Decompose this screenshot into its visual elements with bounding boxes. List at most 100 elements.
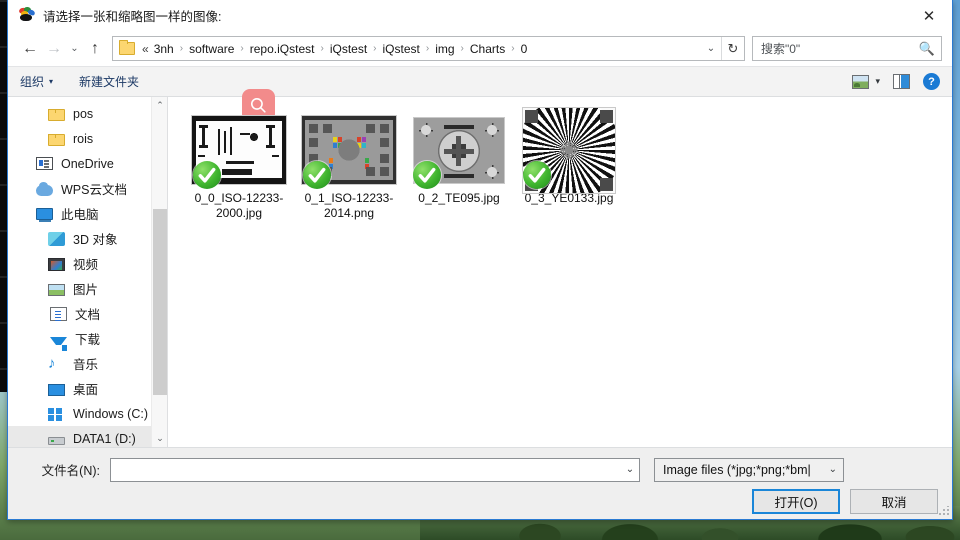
sidebar-item-11[interactable]: 桌面 [8, 376, 167, 401]
search-box[interactable]: 🔍 [752, 36, 942, 61]
breadcrumb-separator: › [179, 43, 184, 54]
scroll-down-icon[interactable]: ⌄ [152, 430, 167, 447]
folder-icon [119, 40, 135, 55]
breadcrumb-item-2[interactable]: repo.iQstest [248, 42, 317, 56]
breadcrumb-separator: › [425, 43, 430, 54]
up-button[interactable]: ↑ [83, 36, 107, 62]
new-folder-label: 新建文件夹 [79, 75, 140, 89]
sidebar-item-label: 3D 对象 [73, 233, 118, 247]
sidebar-item-10[interactable]: ♪ 音乐 [8, 351, 167, 376]
file-name-label: 0_1_ISO-12233-2014.png [304, 191, 394, 220]
close-icon[interactable]: ✕ [906, 0, 952, 31]
pictures-icon [48, 283, 65, 296]
music-icon: ♪ [48, 355, 56, 372]
search-input[interactable] [761, 41, 919, 56]
sidebar-item-5[interactable]: 3D 对象 [8, 226, 167, 251]
video-icon [48, 257, 65, 271]
preview-pane-icon[interactable] [893, 74, 910, 89]
thumbnail[interactable] [521, 107, 617, 193]
file-name-label: 0_2_TE095.jpg [418, 191, 500, 205]
download-icon [50, 336, 67, 351]
sidebar-item-13[interactable]: DATA1 (D:) [8, 426, 167, 447]
search-icon[interactable]: 🔍 [919, 41, 935, 57]
sidebar-item-label: DATA1 (D:) [73, 431, 136, 446]
breadcrumb-separator: › [460, 43, 464, 54]
command-toolbar: 组织 ▾ 新建文件夹 ▾ ? [8, 66, 952, 97]
breadcrumb-item-1[interactable]: software [187, 42, 236, 56]
filename-input[interactable] [110, 457, 640, 482]
breadcrumb-separator: › [373, 43, 377, 54]
sidebar-item-label: WPS云文档 [61, 183, 127, 197]
thumbnail[interactable] [191, 113, 287, 189]
forward-button[interactable]: → [42, 36, 66, 62]
file-name-label: 0_3_YE0133.jpg [524, 191, 614, 205]
refresh-icon[interactable]: ↻ [721, 37, 744, 60]
chevron-down-icon: ⌄ [828, 464, 837, 475]
breadcrumb-item-6[interactable]: Charts [468, 42, 507, 56]
sidebar-item-2[interactable]: OneDrive [8, 151, 167, 176]
breadcrumb-item-3[interactable]: iQstest [328, 42, 369, 56]
resize-grip[interactable] [939, 506, 949, 516]
3d-object-icon [48, 231, 65, 246]
onedrive-icon [36, 157, 53, 170]
sidebar-item-7[interactable]: 图片 [8, 276, 167, 301]
sidebar-scrollbar[interactable]: ⌃ ⌄ [151, 97, 167, 447]
filename-label: 文件名(N): [41, 464, 100, 478]
chevron-down-icon[interactable]: ⌄ [620, 458, 640, 482]
organize-button[interactable]: 组织 ▾ [20, 73, 53, 90]
file-item[interactable]: 0_1_ISO-12233-2014.png [294, 111, 404, 223]
cancel-button[interactable]: 取消 [850, 489, 938, 514]
sidebar-item-9[interactable]: 下载 [8, 326, 167, 351]
navigation-pane-list: pos rois OneDrive WPS云文档 此电脑 3D 对象视频图片文档 下载 ♪ 音乐… [8, 97, 167, 447]
drive-icon [48, 436, 65, 445]
breadcrumb-item-7[interactable]: 0 [519, 42, 530, 56]
file-list-view[interactable]: 0_0_ISO-12233-2000.jpg 0_1_ISO-12233-201… [168, 89, 952, 447]
chevron-down-icon[interactable]: ▾ [875, 76, 880, 87]
breadcrumb-lead[interactable]: « [140, 42, 152, 56]
sidebar-item-4[interactable]: 此电脑 [8, 201, 167, 226]
sidebar-item-label: 此电脑 [61, 208, 99, 222]
file-item[interactable]: 0_2_TE095.jpg [404, 111, 514, 223]
cloud-icon [36, 181, 53, 196]
file-type-filter-select[interactable]: Image files (*jpg;*png;*bm| ⌄ [654, 457, 844, 482]
pc-icon [36, 208, 53, 222]
back-button[interactable]: ← [18, 36, 42, 62]
address-bar[interactable]: « 3nh › software › repo.iQstest › iQstes… [112, 36, 745, 61]
folder-icon [48, 133, 65, 146]
thumbnail[interactable] [301, 113, 397, 189]
file-type-filter-label: Image files (*jpg;*png;*bm| [663, 462, 811, 477]
scroll-up-icon[interactable]: ⌃ [152, 97, 167, 114]
file-name-label: 0_0_ISO-12233-2000.jpg [194, 191, 284, 220]
view-options-icon[interactable] [852, 74, 870, 89]
sidebar-item-12[interactable]: Windows (C:) [8, 401, 167, 426]
breadcrumb-separator: › [240, 43, 244, 54]
palette-icon [18, 6, 36, 23]
file-item[interactable]: 0_3_YE0133.jpg [514, 107, 624, 223]
sidebar-item-label: Windows (C:) [73, 406, 149, 421]
sidebar-item-0[interactable]: pos [8, 101, 167, 126]
breadcrumb-separator: › [320, 43, 324, 54]
new-folder-button[interactable]: 新建文件夹 [79, 73, 139, 90]
chevron-down-icon[interactable]: ⌄ [701, 43, 721, 54]
breadcrumb-item-5[interactable]: img [433, 42, 456, 56]
sidebar-item-label: pos [73, 106, 94, 121]
sidebar-item-label: rois [73, 131, 94, 146]
navigation-pane: pos rois OneDrive WPS云文档 此电脑 3D 对象视频图片文档 下载 ♪ 音乐… [8, 97, 168, 447]
sidebar-item-8[interactable]: 文档 [8, 301, 167, 326]
sidebar-item-label: 图片 [73, 283, 99, 297]
help-icon[interactable]: ? [923, 73, 940, 90]
sidebar-item-3[interactable]: WPS云文档 [8, 176, 167, 201]
scrollbar-thumb[interactable] [153, 209, 167, 395]
dialog-button-row: 打开(O) 取消 [22, 484, 938, 514]
green-check-badge [303, 161, 331, 189]
open-button[interactable]: 打开(O) [752, 489, 840, 514]
sidebar-item-6[interactable]: 视频 [8, 251, 167, 276]
documents-icon [50, 306, 67, 321]
recent-locations-button[interactable]: ⌄ [66, 36, 83, 62]
file-item[interactable]: 0_0_ISO-12233-2000.jpg [184, 111, 294, 223]
green-check-badge [193, 161, 221, 189]
thumbnail[interactable] [411, 113, 507, 189]
breadcrumb-item-4[interactable]: iQstest [381, 42, 422, 56]
breadcrumb-item-0[interactable]: 3nh [152, 42, 176, 56]
sidebar-item-1[interactable]: rois [8, 126, 167, 151]
